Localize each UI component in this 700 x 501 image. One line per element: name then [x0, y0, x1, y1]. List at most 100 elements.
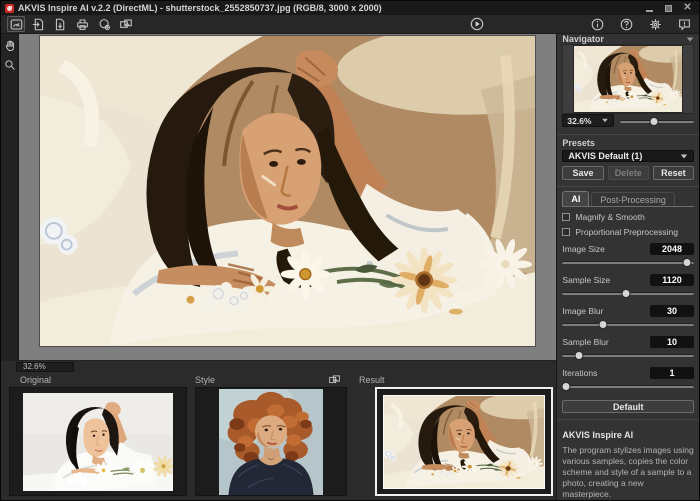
magnifier-icon: [4, 59, 16, 71]
info-button[interactable]: [588, 16, 606, 32]
iterations-param: Iterations 1: [562, 366, 694, 392]
magnify-smooth-row[interactable]: Magnify & Smooth: [562, 212, 694, 222]
sample-size-label: Sample Size: [562, 275, 610, 285]
play-icon: [470, 17, 484, 31]
image-size-slider-handle[interactable]: [683, 258, 692, 267]
preset-select[interactable]: AKVIS Default (1): [562, 150, 694, 162]
sample-blur-label: Sample Blur: [562, 337, 608, 347]
tab-post-processing[interactable]: Post-Processing: [591, 192, 675, 206]
settings-button[interactable]: [646, 16, 664, 32]
info-icon: [591, 18, 604, 31]
workspace-icon: [10, 18, 23, 31]
print-icon: [76, 18, 89, 31]
minimize-button[interactable]: [642, 3, 657, 14]
iterations-slider[interactable]: [562, 381, 694, 392]
settings-panel: Navigator 32.6% Presets AKVIS Default (: [556, 34, 699, 500]
share-button[interactable]: [95, 16, 113, 32]
open-file-icon: [32, 18, 45, 31]
image-size-value[interactable]: 2048: [650, 243, 694, 255]
original-thumbnail[interactable]: [23, 393, 173, 491]
image-blur-value[interactable]: 30: [650, 305, 694, 317]
share-icon: [98, 18, 111, 31]
iterations-label: Iterations: [562, 368, 597, 378]
iterations-value[interactable]: 1: [650, 367, 694, 379]
zoom-dropdown-icon: [603, 119, 609, 123]
sample-blur-slider-handle[interactable]: [575, 351, 584, 360]
app-logo-icon: [5, 4, 14, 13]
style-gallery-icon: [327, 374, 342, 386]
reset-preset-button[interactable]: Reset: [653, 166, 694, 180]
navigator-collapse-icon[interactable]: [687, 37, 693, 41]
app-window: AKVIS Inspire AI v.2.2 (DirectML) - shut…: [0, 0, 700, 501]
result-thumbnail[interactable]: [383, 395, 545, 489]
about-title: AKVIS Inspire AI: [562, 430, 694, 440]
sample-blur-param: Sample Blur 10: [562, 335, 694, 361]
save-image-button[interactable]: [51, 16, 69, 32]
save-preset-button[interactable]: Save: [562, 166, 603, 180]
image-size-param: Image Size 2048: [562, 242, 694, 268]
navigator-preview[interactable]: [562, 44, 694, 114]
pan-tool-button[interactable]: [3, 39, 17, 53]
image-blur-slider-handle[interactable]: [599, 320, 608, 329]
original-thumbnail-well[interactable]: [9, 387, 187, 496]
settings-tabs: AI Post-Processing: [562, 191, 694, 207]
zoom-slider-handle[interactable]: [649, 117, 658, 126]
image-canvas[interactable]: [19, 34, 556, 360]
title-bar: AKVIS Inspire AI v.2.2 (DirectML) - shut…: [1, 1, 699, 15]
zoom-select[interactable]: 32.6%: [562, 114, 614, 127]
canvas-status-bar: 32.6%: [1, 360, 556, 372]
proportional-preprocessing-checkbox[interactable]: [562, 228, 570, 236]
default-button[interactable]: Default: [562, 400, 694, 413]
navigator-thumbnail[interactable]: [573, 45, 683, 113]
gear-icon: [649, 18, 662, 31]
sample-blur-value[interactable]: 10: [650, 336, 694, 348]
proportional-preprocessing-row[interactable]: Proportional Preprocessing: [562, 227, 694, 237]
navigator-title: Navigator: [562, 34, 604, 44]
close-button[interactable]: ✕: [680, 3, 695, 14]
sample-size-param: Sample Size 1120: [562, 273, 694, 299]
main-toolbar: [1, 15, 699, 34]
maximize-button[interactable]: [661, 3, 676, 14]
result-label: Result: [359, 375, 385, 385]
sample-size-slider-handle[interactable]: [621, 289, 630, 298]
delete-preset-button[interactable]: Delete: [608, 166, 649, 180]
tools-toolbar: [1, 34, 19, 360]
save-file-icon: [54, 18, 67, 31]
status-zoom-value: 32.6%: [16, 362, 74, 372]
help-icon: [620, 18, 633, 31]
iterations-slider-handle[interactable]: [562, 382, 571, 391]
bottom-panel: Original Style: [1, 372, 556, 500]
feedback-button[interactable]: [675, 16, 693, 32]
gallery-button[interactable]: [117, 16, 135, 32]
style-label: Style: [195, 375, 215, 385]
image-size-slider[interactable]: [562, 257, 694, 268]
magnify-smooth-checkbox[interactable]: [562, 213, 570, 221]
images-icon: [119, 18, 133, 31]
window-title: AKVIS Inspire AI v.2.2 (DirectML) - shut…: [18, 3, 382, 13]
tab-ai[interactable]: AI: [562, 191, 589, 206]
sample-size-slider[interactable]: [562, 288, 694, 299]
sample-blur-slider[interactable]: [562, 350, 694, 361]
preset-select-value: AKVIS Default (1): [568, 151, 642, 161]
navigator-header[interactable]: Navigator: [562, 34, 694, 44]
run-button[interactable]: [468, 16, 486, 32]
sample-size-value[interactable]: 1120: [650, 274, 694, 286]
feedback-icon: [678, 18, 691, 31]
choose-style-button[interactable]: [325, 373, 343, 386]
zoom-slider[interactable]: [620, 116, 694, 126]
magnify-smooth-label: Magnify & Smooth: [575, 212, 644, 222]
presets-label: Presets: [562, 138, 694, 148]
zoom-tool-button[interactable]: [3, 58, 17, 72]
workspace-button[interactable]: [7, 16, 25, 32]
image-blur-slider[interactable]: [562, 319, 694, 330]
help-button[interactable]: [617, 16, 635, 32]
result-preview-image[interactable]: [39, 35, 536, 347]
open-image-button[interactable]: [29, 16, 47, 32]
result-thumbnail-selected[interactable]: [375, 387, 553, 496]
style-thumbnail-well[interactable]: [195, 387, 347, 496]
about-text: The program stylizes images using variou…: [562, 445, 694, 500]
style-thumbnail[interactable]: [219, 389, 323, 495]
image-blur-param: Image Blur 30: [562, 304, 694, 330]
proportional-preprocessing-label: Proportional Preprocessing: [575, 227, 678, 237]
print-button[interactable]: [73, 16, 91, 32]
